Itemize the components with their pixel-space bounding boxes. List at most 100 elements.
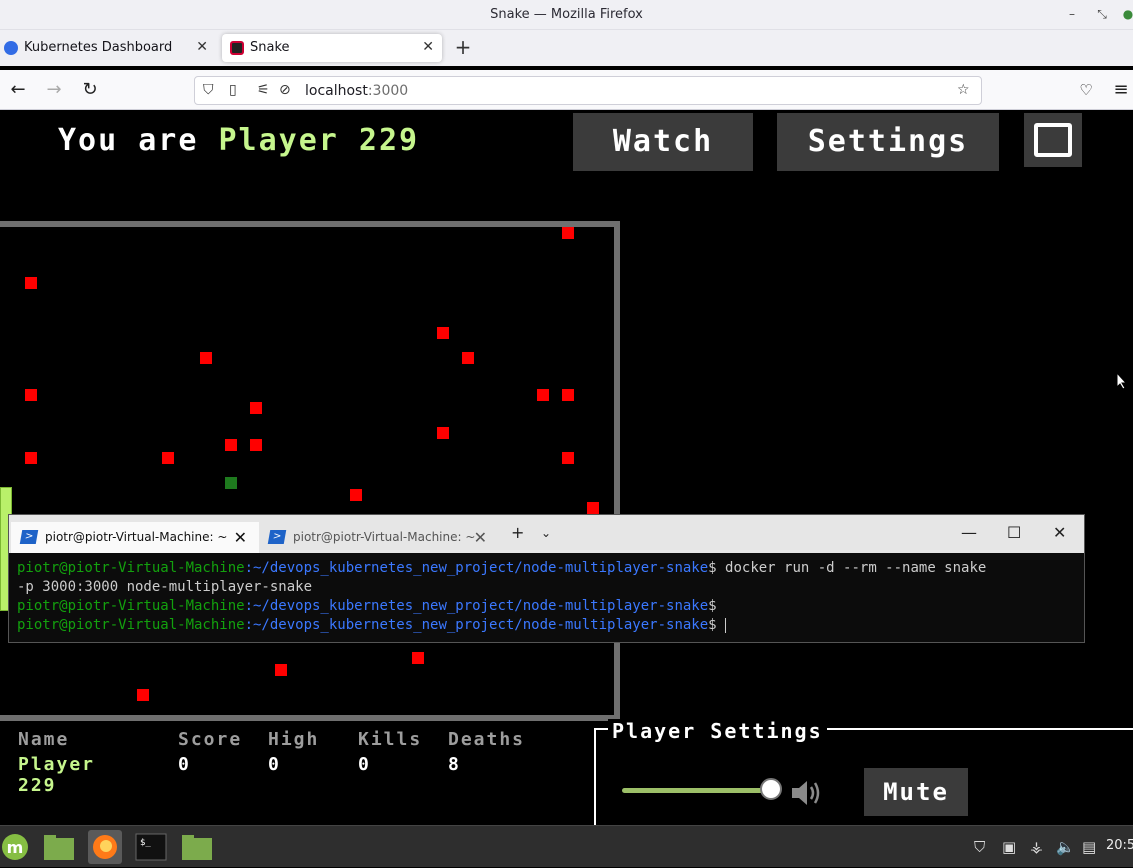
food <box>562 389 574 401</box>
volume-tray-icon[interactable]: 🔈 <box>1056 838 1075 856</box>
food <box>412 652 424 664</box>
deaths-value: 8 <box>448 754 461 775</box>
terminal-tab-1[interactable]: > piotr@piotr-Virtual-Machine: ~ ✕ <box>11 522 259 553</box>
minimize-icon[interactable]: — <box>961 523 977 542</box>
food <box>562 452 574 464</box>
food <box>225 439 237 451</box>
permissions-icon[interactable]: ⚟ <box>257 82 270 98</box>
food <box>350 489 362 501</box>
close-tab-icon[interactable]: ✕ <box>234 528 247 547</box>
close-tab-icon[interactable]: ✕ <box>422 39 434 55</box>
watch-button[interactable]: Watch <box>573 113 753 171</box>
tab-label: Snake <box>250 40 290 55</box>
food <box>462 352 474 364</box>
url-bar[interactable]: ⛉ ▯ ⚟ ⊘ localhost:3000 ☆ <box>194 76 982 105</box>
food <box>250 439 262 451</box>
tab-kubernetes-dashboard[interactable]: Kubernetes Dashboard ✕ <box>0 34 216 62</box>
forward-icon[interactable]: → <box>43 79 65 101</box>
food <box>25 452 37 464</box>
volume-slider-thumb[interactable] <box>760 778 782 800</box>
svg-text:$_: $_ <box>140 838 151 848</box>
score-header-deaths: Deaths <box>448 729 526 750</box>
prompt-user: piotr@piotr-Virtual-Machine <box>17 598 245 614</box>
command-text: -p 3000:3000 node-multiplayer-snake <box>17 579 313 595</box>
bookmark-star-icon[interactable]: ☆ <box>957 82 970 98</box>
tracking-icon[interactable]: ⊘ <box>279 82 291 98</box>
mouse-cursor-icon <box>1116 372 1128 390</box>
powershell-icon: > <box>19 530 39 544</box>
restore-button[interactable]: ⤡ <box>1094 6 1110 22</box>
new-tab-button[interactable]: + <box>452 36 474 58</box>
url-text[interactable]: localhost:3000 <box>305 83 408 99</box>
settings-button[interactable]: Settings <box>777 113 999 171</box>
terminal-line: piotr@piotr-Virtual-Machine:~/devops_kub… <box>17 597 1077 616</box>
prompt-path: :~/devops_kubernetes_new_project/node-mu… <box>244 560 709 576</box>
game-board[interactable] <box>0 221 620 721</box>
clock[interactable]: 20:5 <box>1106 838 1133 853</box>
close-tab-icon[interactable]: ✕ <box>474 528 487 547</box>
files-folder-icon[interactable] <box>42 830 76 864</box>
powershell-icon: > <box>267 530 287 544</box>
chevron-down-icon[interactable]: ⌄ <box>541 526 551 540</box>
shield-tray-icon[interactable]: ⛉ <box>974 838 985 856</box>
command-text: $ <box>708 598 717 614</box>
terminal-line: -p 3000:3000 node-multiplayer-snake <box>17 578 1077 597</box>
player-name: Player 229 <box>218 123 420 158</box>
high-score-value: 0 <box>268 754 281 775</box>
food <box>562 227 574 239</box>
terminal-tab-2[interactable]: > piotr@piotr-Virtual-Machine: ~ ✕ <box>259 522 499 553</box>
food <box>537 389 549 401</box>
terminal-output[interactable]: piotr@piotr-Virtual-Machine:~/devops_kub… <box>17 559 1077 635</box>
prompt-user: piotr@piotr-Virtual-Machine <box>17 617 245 633</box>
pocket-icon[interactable]: ♡ <box>1075 79 1097 101</box>
network-tray-icon[interactable]: ⚶ <box>1030 838 1043 856</box>
volume-slider-track[interactable] <box>622 788 772 793</box>
url-host: localhost <box>305 83 368 99</box>
mute-button[interactable]: Mute <box>864 768 968 816</box>
mint-menu-icon[interactable]: m <box>0 830 32 864</box>
firefox-icon[interactable] <box>88 830 122 864</box>
url-port: :3000 <box>367 83 409 99</box>
back-icon[interactable]: ← <box>7 79 29 101</box>
battery-tray-icon[interactable]: ▤ <box>1082 838 1096 856</box>
command-text: $ <box>708 617 726 633</box>
food <box>437 327 449 339</box>
svg-text:m: m <box>7 838 24 857</box>
terminal-tab-label: piotr@piotr-Virtual-Machine: ~ <box>45 530 228 544</box>
text-cursor <box>725 617 727 633</box>
bonus-food <box>225 477 237 489</box>
food <box>587 502 599 514</box>
close-icon[interactable]: ✕ <box>1053 523 1066 542</box>
fullscreen-icon <box>1034 123 1072 157</box>
kills-value: 0 <box>358 754 371 775</box>
score-value: 0 <box>178 754 191 775</box>
score-header-name: Name <box>18 729 70 750</box>
game-page: You are Player 229 Watch Settings Name P <box>0 111 1133 825</box>
food <box>437 427 449 439</box>
close-window-button[interactable]: ● <box>1120 6 1133 22</box>
folder-icon[interactable] <box>180 830 214 864</box>
close-tab-icon[interactable]: ✕ <box>196 39 208 55</box>
terminal-line: piotr@piotr-Virtual-Machine:~/devops_kub… <box>17 616 1077 635</box>
terminal-window[interactable]: > piotr@piotr-Virtual-Machine: ~ ✕ > pio… <box>8 514 1085 643</box>
player-settings-panel: Player Settings Mute <box>594 719 1133 825</box>
new-terminal-tab-icon[interactable]: + <box>511 523 524 542</box>
tab-snake[interactable]: Snake ✕ <box>222 34 442 62</box>
terminal-tab-label: piotr@piotr-Virtual-Machine: ~ <box>293 530 476 544</box>
menu-icon[interactable]: ≡ <box>1110 79 1132 101</box>
prompt-path: :~/devops_kubernetes_new_project/node-mu… <box>244 598 709 614</box>
shield-icon[interactable]: ⛉ <box>203 82 214 98</box>
minimize-button[interactable]: – <box>1064 6 1080 22</box>
clipboard-tray-icon[interactable]: ▣ <box>1002 838 1016 856</box>
fullscreen-button[interactable] <box>1024 113 1082 167</box>
food <box>25 389 37 401</box>
command-text: $ docker run -d --rm --name snake <box>708 560 987 576</box>
maximize-icon[interactable]: ☐ <box>1007 523 1021 542</box>
window-titlebar: Snake — Mozilla Firefox – ⤡ ● <box>0 0 1133 30</box>
page-icon[interactable]: ▯ <box>229 82 237 98</box>
terminal-icon[interactable]: $_ <box>134 830 168 864</box>
food <box>250 402 262 414</box>
reload-icon[interactable]: ↻ <box>79 79 101 101</box>
speaker-icon[interactable] <box>790 776 824 810</box>
score-player-name: Player 229 <box>18 754 96 796</box>
